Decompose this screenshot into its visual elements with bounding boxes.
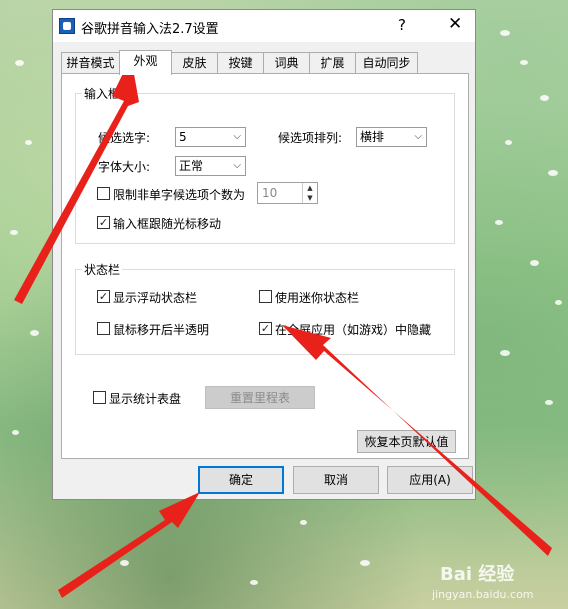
arrow-to-tab-icon: [14, 57, 139, 304]
tab-appearance[interactable]: 外观: [119, 50, 172, 75]
arrow-to-checkbox-icon: [282, 325, 552, 556]
watermark-logo: Bai 经验: [440, 564, 515, 585]
watermark-url: jingyan.baidu.com: [432, 588, 534, 601]
arrow-to-ok-button-icon: [58, 492, 200, 598]
annotation-arrows: [14, 57, 552, 598]
